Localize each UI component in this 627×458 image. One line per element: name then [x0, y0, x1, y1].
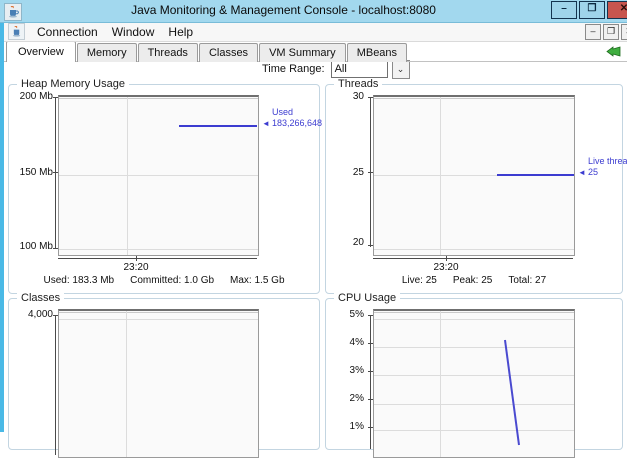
y-tick-label: 20	[326, 237, 364, 248]
connection-status-icon	[606, 45, 621, 63]
threads-peak-stat: Peak: 25	[453, 275, 492, 286]
horizontal-gridline	[59, 175, 258, 176]
y-tick-label: 150 Mb	[11, 167, 53, 178]
java-icon	[8, 23, 25, 40]
panel-title: Threads	[334, 78, 382, 90]
maximize-button[interactable]: ❐	[579, 1, 605, 19]
plot-top-shadow	[374, 98, 574, 99]
heap-committed-stat: Committed: 1.0 Gb	[130, 275, 214, 286]
chart-plot-area	[373, 95, 575, 256]
mdi-minimize-button[interactable]: –	[585, 24, 601, 40]
series-name: Live threads	[588, 156, 627, 167]
threads-total-stat: Total: 27	[508, 275, 546, 286]
window-title: Java Monitoring & Management Console - l…	[0, 3, 567, 17]
jconsole-window: { "window": { "title": "Java Monitoring …	[0, 0, 627, 432]
menu-window[interactable]: Window	[105, 24, 162, 40]
tab-mbeans[interactable]: MBeans	[347, 43, 407, 62]
chevron-down-icon[interactable]: ⌄	[392, 60, 410, 79]
tab-overview[interactable]: Overview	[6, 41, 76, 62]
menu-bar: Connection Window Help – ❐ ✕	[4, 22, 627, 42]
chart-plot-area	[58, 95, 259, 256]
time-range-label: Time Range:	[262, 63, 325, 75]
java-cup-icon	[12, 26, 22, 37]
close-button[interactable]: ✕	[607, 1, 627, 19]
series-name: Used	[272, 107, 322, 118]
title-bar: Java Monitoring & Management Console - l…	[0, 0, 627, 23]
menu-help[interactable]: Help	[161, 24, 200, 40]
plot-top-shadow	[59, 312, 258, 313]
x-axis-tick	[136, 256, 137, 261]
mdi-restore-button[interactable]: ❐	[603, 24, 619, 40]
heap-memory-usage-panel: Heap Memory Usage 200 Mb 150 Mb 100 Mb ◄…	[8, 84, 320, 294]
x-axis-tick	[446, 256, 447, 261]
window-frame-border	[0, 22, 4, 432]
y-axis	[370, 315, 371, 449]
threads-live-stat: Live: 25	[402, 275, 437, 286]
y-tick-label: 25	[326, 167, 364, 178]
mdi-close-button[interactable]: ✕	[621, 24, 627, 40]
cpu-series-line	[374, 311, 574, 457]
used-heap-series-line	[179, 125, 257, 127]
minimize-button[interactable]: –	[551, 1, 577, 19]
x-tick-label: 23:20	[106, 262, 166, 273]
y-tick-label: 5%	[326, 309, 364, 320]
heap-status-line: Used: 183.3 Mb Committed: 1.0 Gb Max: 1.5 …	[9, 275, 319, 286]
y-tick-label: 100 Mb	[11, 241, 53, 252]
series-label: Used 183,266,648	[272, 107, 322, 129]
series-value: 25	[588, 167, 627, 178]
vertical-gridline	[440, 97, 441, 255]
panel-title: Classes	[17, 292, 64, 304]
tab-threads[interactable]: Threads	[138, 43, 198, 62]
horizontal-gridline	[374, 249, 574, 250]
live-threads-series-line	[497, 174, 574, 176]
time-range-select[interactable]: All	[331, 61, 388, 78]
tab-bar: Overview Memory Threads Classes VM Summa…	[4, 41, 627, 62]
threads-status-line: Live: 25 Peak: 25 Total: 27	[326, 275, 622, 286]
classes-panel: Classes 4,000	[8, 298, 320, 450]
tab-classes[interactable]: Classes	[199, 43, 258, 62]
panel-title: CPU Usage	[334, 292, 400, 304]
y-tick-label: 4,000	[11, 309, 53, 320]
series-marker-icon: ◄	[578, 169, 586, 177]
chart-plot-area	[373, 309, 575, 458]
vertical-gridline	[127, 97, 128, 255]
threads-panel: Threads 30 25 20 ◄ Live threads 25 23:20…	[325, 84, 623, 294]
tab-memory[interactable]: Memory	[77, 43, 137, 62]
y-tick-label: 30	[326, 91, 364, 102]
y-tick-label: 4%	[326, 337, 364, 348]
tab-vm-summary[interactable]: VM Summary	[259, 43, 346, 62]
series-marker-icon: ◄	[262, 120, 270, 128]
y-tick-label: 2%	[326, 393, 364, 404]
chart-plot-area	[58, 309, 259, 458]
heap-used-stat: Used: 183.3 Mb	[44, 275, 115, 286]
series-label: Live threads 25	[588, 156, 627, 178]
menu-connection[interactable]: Connection	[30, 24, 105, 40]
horizontal-gridline	[59, 319, 258, 320]
vertical-gridline	[126, 311, 127, 457]
panel-title: Heap Memory Usage	[17, 78, 129, 90]
y-axis	[55, 97, 56, 249]
x-axis	[373, 258, 573, 259]
plot-top-shadow	[59, 98, 258, 99]
heap-max-stat: Max: 1.5 Gb	[230, 275, 284, 286]
cpu-usage-panel: CPU Usage 5% 4% 3% 2% 1%	[325, 298, 623, 450]
y-tick-label: 1%	[326, 421, 364, 432]
horizontal-gridline	[59, 249, 258, 250]
y-tick-label: 200 Mb	[11, 91, 53, 102]
y-tick-label: 3%	[326, 365, 364, 376]
x-axis	[58, 258, 257, 259]
time-range-control: Time Range: All ⌄	[262, 60, 410, 78]
y-axis	[55, 315, 56, 455]
x-tick-label: 23:20	[416, 262, 476, 273]
series-value: 183,266,648	[272, 118, 322, 129]
